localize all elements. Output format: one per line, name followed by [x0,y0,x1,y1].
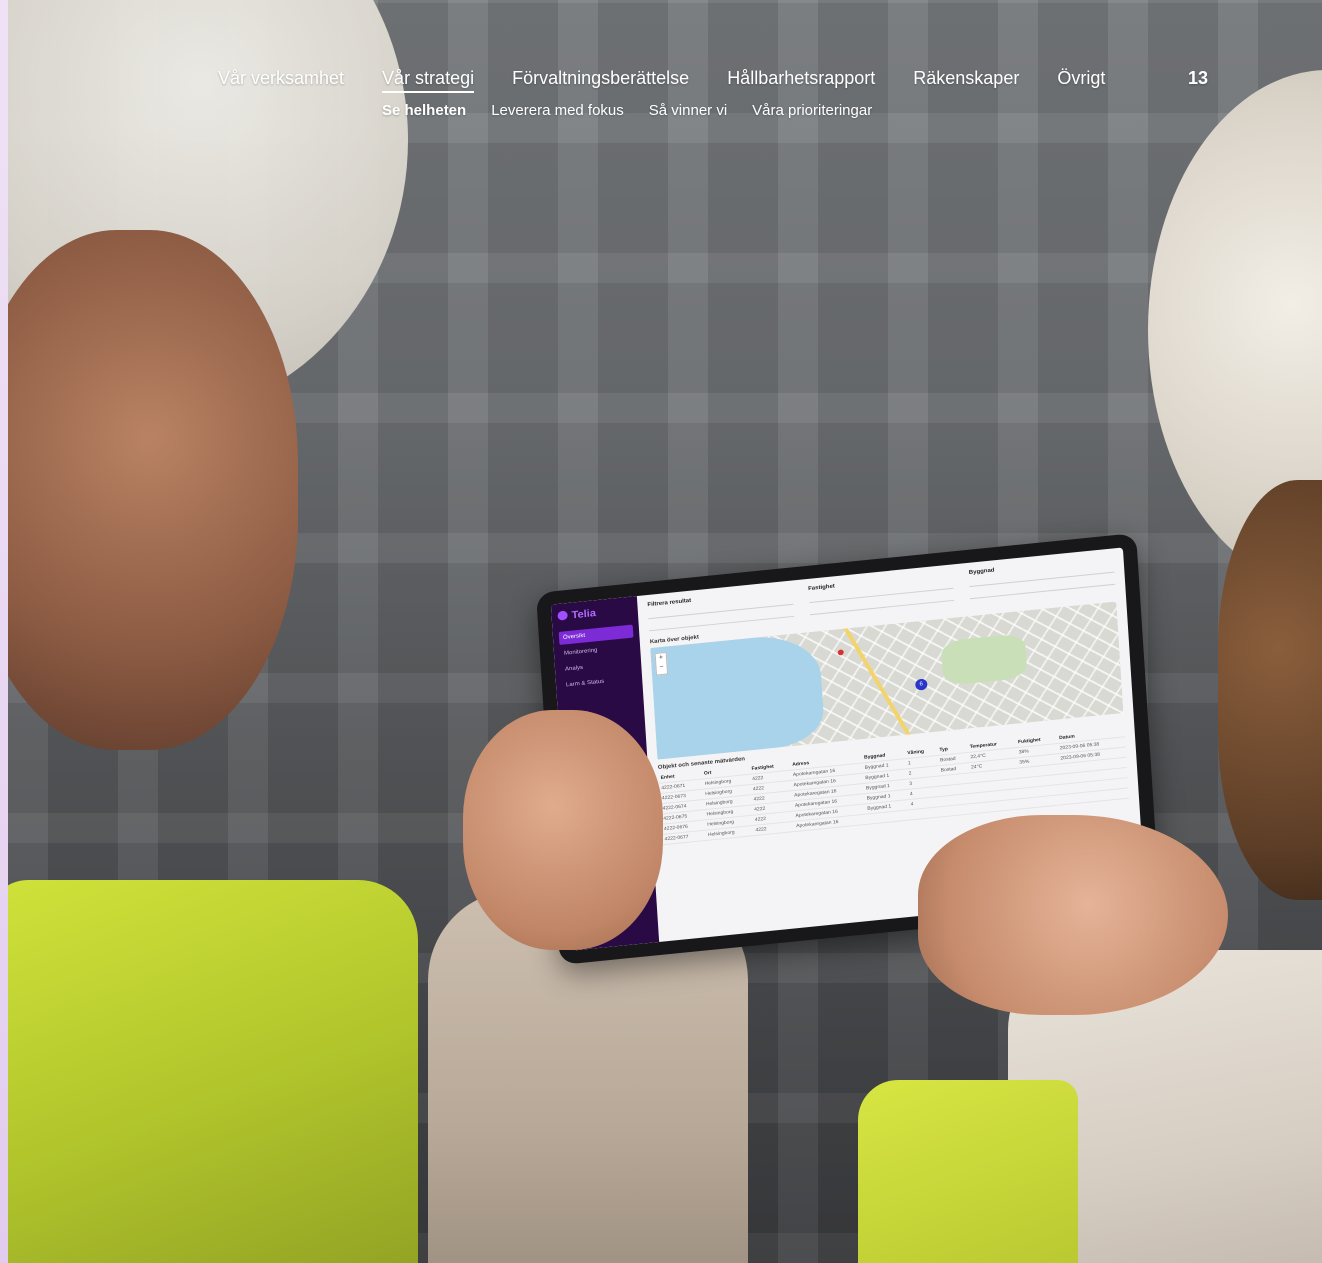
worker-right-hand [918,815,1228,1015]
tablet-table-cell [908,806,942,821]
nav-item-hallbarhetsrapport[interactable]: Hållbarhetsrapport [727,68,875,89]
sub-nav-item-leverera-med-fokus[interactable]: Leverera med fokus [491,102,624,119]
tablet-table-cell [941,803,973,817]
telia-logo-text: Telia [571,607,597,622]
map-park [940,633,1028,687]
nav-item-var-verksamhet[interactable]: Vår verksamhet [218,68,344,89]
sub-nav-item-vara-prioriteringar[interactable]: Våra prioriteringar [752,102,872,119]
page-number: 13 [1188,68,1209,88]
telia-logo-icon [557,610,568,621]
map-pin-icon: 6 [914,678,928,692]
worker-left-face [8,230,298,750]
worker-left-hand [463,710,663,950]
map-road [840,623,919,751]
telia-logo: Telia [557,604,632,623]
map-pin-red-icon [837,648,845,656]
sub-nav-item-se-helheten[interactable]: Se helheten [382,102,466,119]
top-navigation: Vår verksamhet Vår strategi Förvaltnings… [0,0,1322,140]
map-water [650,631,826,760]
nav-item-rakenskaper[interactable]: Räkenskaper [913,68,1019,89]
background-photo: Telia Översikt Monitorering Analys Larm … [8,0,1322,1263]
nav-item-forvaltningsberattelse[interactable]: Förvaltningsberättelse [512,68,689,89]
nav-item-var-strategi[interactable]: Vår strategi [382,68,475,93]
map-zoom-control-icon: + − [654,652,669,676]
nav-item-ovrigt[interactable]: Övrigt [1057,68,1105,89]
safety-vest-right [858,1080,1078,1263]
sub-nav: Se helheten Leverera med fokus Så vinner… [382,102,872,119]
safety-vest-left [8,880,418,1263]
main-nav: Vår verksamhet Vår strategi Förvaltnings… [218,68,1105,93]
page-edge-strip [0,0,8,1263]
sub-nav-item-sa-vinner-vi[interactable]: Så vinner vi [649,102,727,119]
